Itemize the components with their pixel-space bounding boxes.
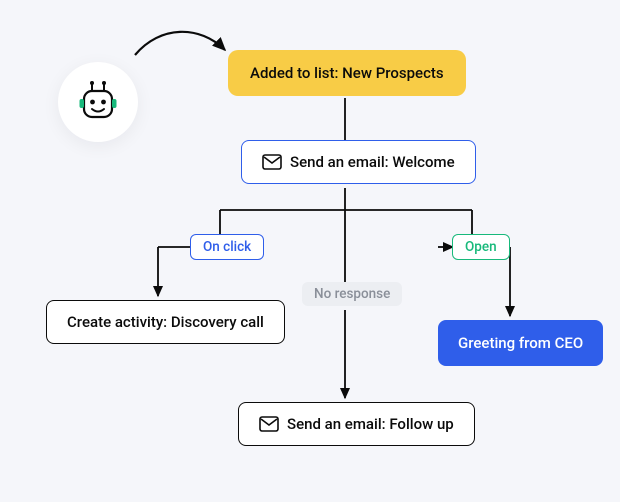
mail-icon xyxy=(262,154,282,170)
email-followup-label: Send an email: Follow up xyxy=(287,415,454,433)
greeting-ceo-node[interactable]: Greeting from CEO xyxy=(438,320,603,366)
email-followup-node[interactable]: Send an email: Follow up xyxy=(238,402,475,446)
trigger-label: Added to list: New Prospects xyxy=(250,64,444,82)
condition-on-click[interactable]: On click xyxy=(190,234,264,260)
greeting-ceo-label: Greeting from CEO xyxy=(458,334,583,352)
email-welcome-node[interactable]: Send an email: Welcome xyxy=(241,140,476,184)
condition-open-label: Open xyxy=(465,239,497,255)
create-activity-node[interactable]: Create activity: Discovery call xyxy=(46,300,285,344)
condition-open[interactable]: Open xyxy=(452,234,510,260)
condition-on-click-label: On click xyxy=(203,239,251,255)
create-activity-label: Create activity: Discovery call xyxy=(67,313,264,331)
condition-no-response: No response xyxy=(302,282,402,306)
email-welcome-label: Send an email: Welcome xyxy=(290,153,455,171)
trigger-node[interactable]: Added to list: New Prospects xyxy=(228,50,466,96)
robot-avatar xyxy=(58,62,138,142)
condition-no-response-label: No response xyxy=(314,286,390,302)
robot-icon xyxy=(76,80,120,124)
mail-icon xyxy=(259,416,279,432)
